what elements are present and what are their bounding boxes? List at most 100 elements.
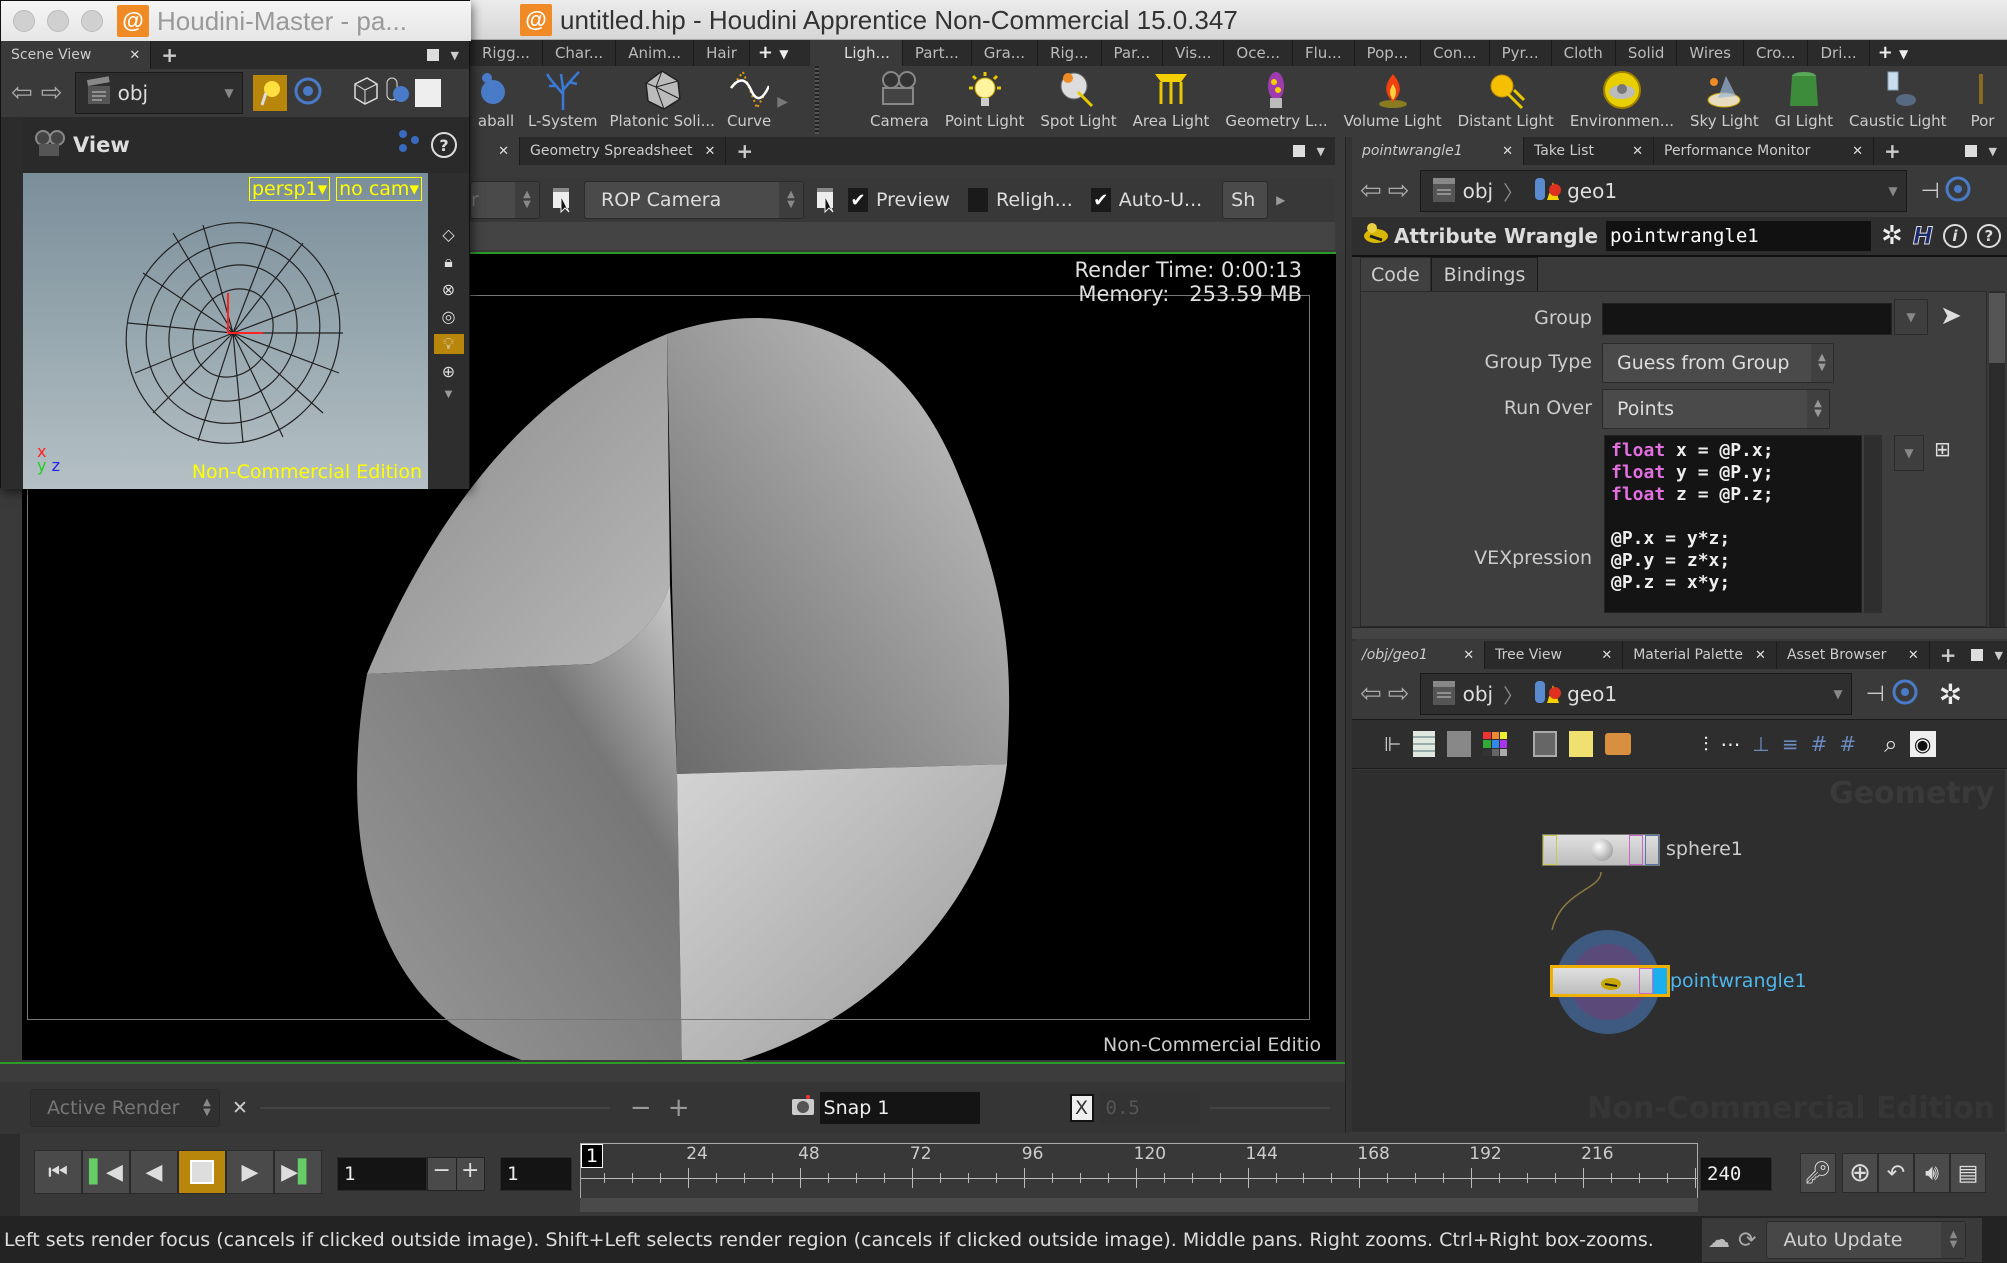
light-bulb-icon[interactable]: 💡︎ [433, 334, 464, 354]
shelf-tab-populate[interactable]: Pop... [1355, 40, 1422, 66]
cam-menu[interactable]: no cam▾ [336, 177, 422, 201]
shelf-tab-drive[interactable]: Dri... [1808, 40, 1870, 66]
back-arrow-icon[interactable]: ⇦ [1360, 176, 1382, 206]
shelf-tool-portal-light[interactable]: Por [1957, 70, 2007, 134]
link-icon[interactable] [1944, 174, 1972, 208]
create-spare-params-icon[interactable]: ⊞ [1934, 437, 1951, 461]
network-box-icon[interactable] [1533, 731, 1558, 757]
select-group-arrow-icon[interactable]: ➤ [1940, 301, 1962, 331]
pane-menu-button[interactable]: ▼ [417, 41, 469, 69]
shelf-tool-camera[interactable]: Camera [864, 70, 935, 134]
smooth-shading-icon[interactable] [383, 76, 411, 110]
shelf-tool-caustic-light[interactable]: Caustic Light [1843, 70, 1953, 134]
window-zoom-button[interactable] [81, 10, 103, 32]
shelf-tab-rigid[interactable]: Rig... [1038, 40, 1102, 66]
pane-menu-button[interactable]: ▼ [1967, 641, 2007, 669]
tab-take-list[interactable]: Take List ✕ [1524, 137, 1654, 165]
timeline-collapse-handle[interactable] [0, 1134, 20, 1216]
network-path-bar[interactable]: obj 〉 geo1 ▼ [1419, 673, 1852, 715]
search-icon[interactable]: ⌕ [1884, 730, 1897, 758]
tab-parameters[interactable]: pointwrangle1 ✕ [1352, 137, 1524, 165]
lock-flag[interactable] [1558, 835, 1572, 865]
shelf-tab-hair[interactable]: Hair [694, 40, 750, 66]
zoom-out-button[interactable]: − [630, 1093, 652, 1123]
snapshot-camera-icon[interactable] [790, 1093, 816, 1124]
render-bottom-handle[interactable] [0, 1062, 1350, 1082]
close-tab-icon[interactable]: ✕ [1852, 144, 1863, 159]
jump-to-start-button[interactable]: ⏮ [34, 1150, 82, 1194]
shelf-tool-lsystem[interactable]: L-System [522, 70, 603, 134]
play-forward-button[interactable]: ▶ [226, 1150, 274, 1194]
shelf-tab-particle-fluids[interactable]: Par... [1102, 40, 1164, 66]
snap-grid-icon[interactable]: # [1811, 732, 1828, 756]
details-mode-icon[interactable] [1447, 731, 1472, 757]
path-dropdown-icon[interactable]: ▼ [224, 86, 233, 100]
tab-material-palette[interactable]: Material Palette ✕ [1623, 641, 1777, 669]
link-icon[interactable] [1891, 677, 1919, 711]
view-camera-icon[interactable] [33, 128, 67, 162]
color-palette-icon[interactable] [1483, 732, 1508, 756]
zoom-in-button[interactable]: + [668, 1093, 690, 1123]
add-tab-button[interactable]: + [1930, 641, 1967, 669]
sticky-note-icon[interactable] [1569, 731, 1594, 757]
shelf-tool-point-light[interactable]: Point Light [939, 70, 1030, 134]
tree-layout-icon[interactable]: ⊩ [1384, 732, 1401, 756]
shelf-tool-distant-light[interactable]: Distant Light [1452, 70, 1560, 134]
tab-render-view[interactable]: ✕ [470, 137, 520, 165]
preview-checkbox[interactable]: ✔ [848, 188, 868, 212]
play-reverse-button[interactable]: ◀ [130, 1150, 178, 1194]
shelf-tool-metaball[interactable]: aball [470, 70, 522, 134]
current-frame-field[interactable]: 1 [337, 1157, 427, 1191]
compare-opacity-field[interactable]: 0.5 [1099, 1092, 1200, 1124]
shelf-tab-animation[interactable]: Anim... [616, 40, 695, 66]
viewport-3d[interactable]: persp1▾ no cam▾ x y z Non-Commercial Edi… [23, 173, 428, 489]
shelf-tool-curve[interactable]: Curve [721, 69, 777, 134]
shelf-tool-sky-light[interactable]: Sky Light [1684, 70, 1765, 134]
back-arrow-icon[interactable]: ⇦ [1360, 679, 1382, 709]
shelf-tool-spot-light[interactable]: Spot Light [1034, 70, 1122, 134]
timeline-current-frame-marker[interactable]: 1 [581, 1144, 603, 1168]
gear-icon[interactable]: ✲ [1939, 678, 1962, 711]
path-dropdown-icon[interactable]: ▼ [1888, 184, 1897, 198]
shelf-tab-wires[interactable]: Wires [1677, 40, 1744, 66]
shelf-tab-rigging[interactable]: Rigg... [470, 40, 543, 66]
display-flag[interactable] [1645, 835, 1659, 865]
timeline-range-slider[interactable] [580, 1198, 1698, 1212]
template-flag[interactable] [1639, 968, 1653, 994]
shelf-tab-container[interactable]: Con... [1421, 40, 1490, 66]
subnet-box-icon[interactable] [1605, 733, 1632, 755]
relight-checkbox[interactable] [967, 188, 988, 212]
tab-network-view[interactable]: /obj/geo1 ✕ [1352, 641, 1486, 669]
network-editor[interactable]: Geometry Non-Commercial Edition sphere1 … [1352, 770, 2005, 1132]
close-tab-icon[interactable]: ✕ [1755, 648, 1766, 663]
audio-icon[interactable]: 🔊︎ [1914, 1153, 1950, 1193]
tab-performance-monitor[interactable]: Performance Monitor ✕ [1654, 137, 1874, 165]
node-pointwrangle1[interactable] [1550, 965, 1670, 997]
toolbar-overflow-arrow[interactable]: ▶ [1276, 193, 1285, 207]
close-tab-icon[interactable]: ✕ [1463, 648, 1474, 663]
forward-arrow-icon[interactable]: ⇨ [41, 78, 63, 108]
show-button[interactable]: Sh [1222, 181, 1269, 219]
list-mode-icon[interactable] [1413, 731, 1436, 757]
close-tab-icon[interactable]: ✕ [1601, 648, 1612, 663]
add-shelf-button[interactable]: + ▼ [750, 40, 797, 66]
close-tab-icon[interactable]: ✕ [129, 48, 140, 63]
help-icon[interactable]: ? [431, 132, 457, 158]
pane-menu-button[interactable]: ▼ [1283, 137, 1335, 165]
shelf-tool-platonic[interactable]: Platonic Soli... [603, 70, 721, 134]
path-segment-obj[interactable]: obj [1421, 677, 1504, 712]
auto-update-checkbox[interactable]: ✔ [1090, 188, 1111, 212]
realtime-toggle-icon[interactable]: ⊕ [1842, 1153, 1878, 1193]
align-vertical-icon[interactable]: ⫶ [1703, 732, 1708, 756]
jump-to-end-button[interactable]: ▶ ▌ [274, 1150, 322, 1194]
end-frame-field[interactable]: 240 [1700, 1157, 1772, 1191]
path-segment-geo1[interactable]: geo1 [1523, 174, 1627, 209]
view-tool-icon[interactable] [293, 76, 323, 110]
increment-frame-button[interactable]: + [455, 1158, 485, 1190]
stop-button[interactable] [178, 1150, 226, 1194]
shelf-scroll-right-arrow[interactable]: ▶ [777, 94, 788, 134]
shelf-tab-cloth[interactable]: Cloth [1552, 40, 1616, 66]
tab-scene-view[interactable]: Scene View ✕ [1, 41, 152, 69]
scene-path-bar[interactable]: obj ▼ [74, 72, 243, 114]
refresh-icon[interactable]: ⟳ [1738, 1228, 1756, 1253]
